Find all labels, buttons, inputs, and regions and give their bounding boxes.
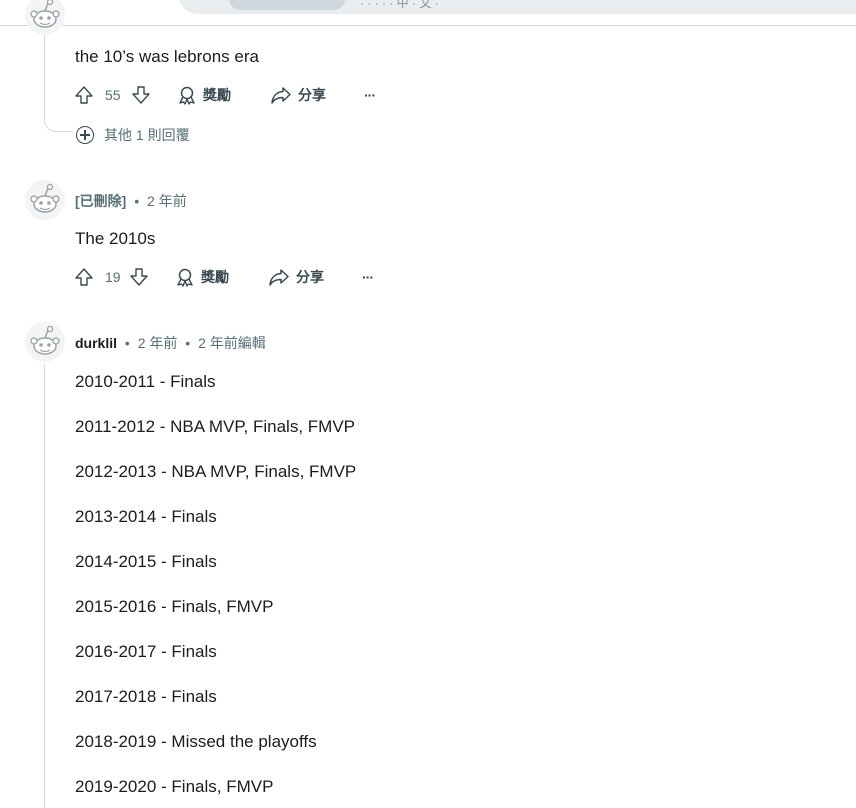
downvote-button[interactable] xyxy=(129,265,149,289)
avatar[interactable] xyxy=(25,0,65,35)
avatar[interactable] xyxy=(25,322,65,362)
award-button[interactable]: 獎勵 xyxy=(177,83,231,107)
comment-time[interactable]: 2 年前 xyxy=(147,193,187,209)
comment-meta: durklil • 2 年前 • 2 年前編輯 xyxy=(75,333,266,353)
avatar[interactable] xyxy=(25,180,65,220)
upvote-icon xyxy=(75,86,93,104)
downvote-icon xyxy=(132,86,150,104)
comment-body-line: 2012-2013 - NBA MVP, Finals, FMVP xyxy=(75,462,357,481)
share-button[interactable]: 分享 xyxy=(270,83,326,107)
downvote-button[interactable] xyxy=(131,83,151,107)
comment-body-line: 2010-2011 - Finals xyxy=(75,372,216,391)
share-icon xyxy=(271,87,291,104)
share-label: 分享 xyxy=(298,87,326,103)
comment-author: [已刪除] xyxy=(75,193,127,209)
upvote-button[interactable] xyxy=(74,83,94,107)
vote-score: 19 xyxy=(105,269,121,285)
award-label: 獎勵 xyxy=(201,269,229,285)
comment-body-line: 2011-2012 - NBA MVP, Finals, FMVP xyxy=(75,417,355,436)
award-label: 獎勵 xyxy=(203,87,231,103)
more-options-button[interactable]: ··· xyxy=(364,83,376,107)
snoo-avatar-icon xyxy=(25,322,65,362)
more-replies-link[interactable]: 其他 1 則回覆 xyxy=(76,125,190,145)
comment-time[interactable]: 2 年前 xyxy=(138,335,178,351)
award-icon xyxy=(179,86,195,105)
thread-line[interactable] xyxy=(44,364,45,808)
meta-separator: • xyxy=(185,335,191,351)
meta-separator: • xyxy=(124,335,130,351)
downvote-icon xyxy=(130,268,148,286)
more-replies-label: 其他 1 則回覆 xyxy=(104,127,190,143)
more-options-button[interactable]: ··· xyxy=(362,265,374,289)
plus-circle-icon xyxy=(76,126,94,144)
comment-edited: 2 年前編輯 xyxy=(198,335,266,351)
comment-body-line: 2017-2018 - Finals xyxy=(75,687,217,706)
snoo-avatar-icon xyxy=(25,0,65,35)
top-bar: · · · · · 中 · 文 · xyxy=(0,0,856,26)
share-label: 分享 xyxy=(296,269,324,285)
snoo-avatar-icon xyxy=(25,180,65,220)
vote-score: 55 xyxy=(105,87,121,103)
search-hint: · · · · · 中 · 文 · xyxy=(360,0,439,10)
upvote-icon xyxy=(75,268,93,286)
more-icon: ··· xyxy=(364,87,376,103)
comment-actions: 55 獎勵 分享 ··· xyxy=(74,83,394,107)
comment-body-line: 2019-2020 - Finals, FMVP xyxy=(75,777,274,796)
comment-body: The 2010s xyxy=(75,229,156,248)
award-icon xyxy=(177,268,193,287)
comment-body-line: 2013-2014 - Finals xyxy=(75,507,217,526)
comment-body-line: 2015-2016 - Finals, FMVP xyxy=(75,597,274,616)
comment-body-line: 2018-2019 - Missed the playoffs xyxy=(75,732,317,751)
comment-body: the 10’s was lebrons era xyxy=(75,47,259,66)
share-button[interactable]: 分享 xyxy=(268,265,324,289)
upvote-button[interactable] xyxy=(74,265,94,289)
meta-separator: • xyxy=(134,193,140,209)
award-button[interactable]: 獎勵 xyxy=(175,265,229,289)
comment-actions: 19 獎勵 分享 ··· xyxy=(74,265,394,289)
share-icon xyxy=(269,269,289,286)
thread-curve xyxy=(44,101,73,132)
search-chip[interactable] xyxy=(229,0,345,10)
comment-meta: [已刪除] • 2 年前 xyxy=(75,191,187,211)
comment-body-line: 2014-2015 - Finals xyxy=(75,552,217,571)
comment-author[interactable]: durklil xyxy=(75,335,117,351)
comment-body-line: 2016-2017 - Finals xyxy=(75,642,217,661)
more-icon: ··· xyxy=(362,269,374,285)
